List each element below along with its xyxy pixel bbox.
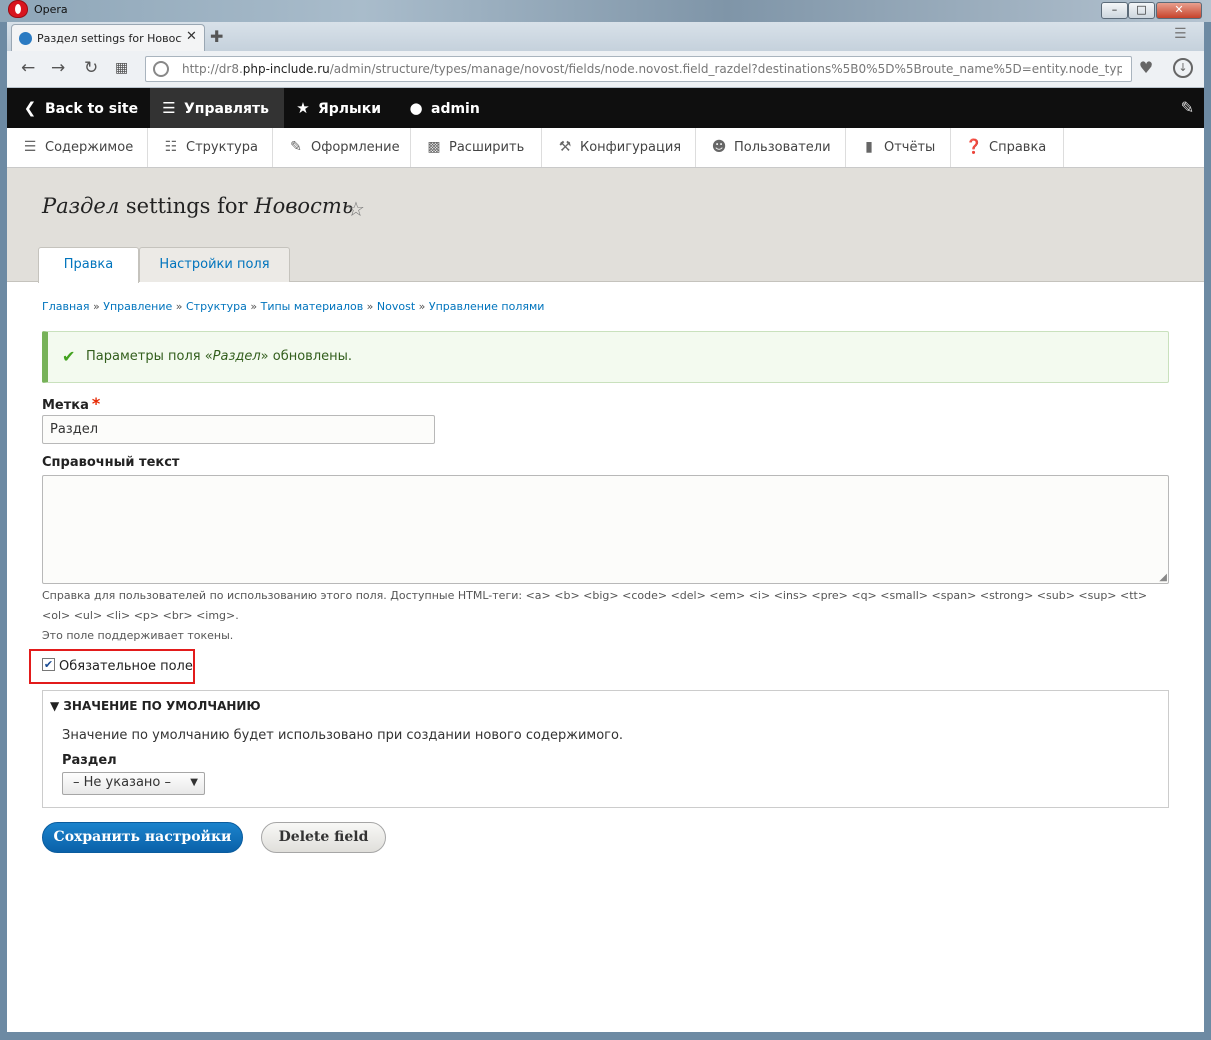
tray-item-content[interactable]: ☰ Содержимое bbox=[7, 128, 148, 167]
opera-logo-icon[interactable] bbox=[8, 0, 28, 18]
address-bar-row: ← → ↻ ▦ http://dr8.php-include.ru/admin/… bbox=[7, 51, 1204, 88]
reload-icon[interactable]: ↻ bbox=[84, 59, 98, 77]
required-marker: * bbox=[91, 394, 101, 413]
user-menu[interactable]: ● admin bbox=[407, 88, 479, 128]
structure-icon: ☷ bbox=[164, 139, 178, 155]
hamburger-icon: ☰ bbox=[162, 99, 176, 117]
default-value-field-label: Раздел bbox=[62, 753, 117, 768]
help-text-description-1: Справка для пользователей по использован… bbox=[42, 589, 1148, 602]
bookmark-heart-icon[interactable]: ♥ bbox=[1135, 58, 1157, 80]
speed-dial-icon[interactable]: ▦ bbox=[115, 59, 128, 77]
help-text-description-2: <ol> <ul> <li> <p> <br> <img>. bbox=[42, 609, 239, 622]
check-icon: ✔ bbox=[62, 347, 76, 366]
breadcrumb-home[interactable]: Главная bbox=[42, 300, 90, 313]
tray-item-help[interactable]: ❓ Справка bbox=[951, 128, 1064, 167]
browser-tab-strip: Раздел settings for Новость ✕ ✚ ☰ bbox=[7, 22, 1204, 51]
label-field-label: Метка * bbox=[42, 394, 101, 413]
breadcrumb-content-types[interactable]: Типы материалов bbox=[261, 300, 364, 313]
maximize-button[interactable]: □ bbox=[1128, 2, 1155, 19]
breadcrumb: Главная » Управление » Структура » Типы … bbox=[42, 300, 545, 313]
reports-icon: ▮ bbox=[865, 139, 873, 155]
tray-item-people[interactable]: ☻ Пользователи bbox=[696, 128, 846, 167]
page-header: Раздел settings for Новость ☆ Правка Нас… bbox=[7, 168, 1204, 283]
appearance-icon: ✎ bbox=[290, 139, 302, 155]
browser-tab[interactable]: Раздел settings for Новость ✕ bbox=[11, 24, 205, 51]
site-info-icon[interactable] bbox=[153, 61, 169, 77]
required-checkbox[interactable]: ✔ bbox=[42, 658, 55, 671]
content-icon: ☰ bbox=[23, 139, 37, 155]
save-settings-button[interactable]: Сохранить настройки bbox=[42, 822, 243, 853]
tray-item-configuration[interactable]: ⚒ Конфигурация bbox=[542, 128, 696, 167]
shortcut-star-icon[interactable]: ☆ bbox=[347, 197, 365, 221]
resize-handle-icon[interactable]: ◢ bbox=[1159, 572, 1167, 583]
breadcrumb-manage-fields[interactable]: Управление полями bbox=[429, 300, 545, 313]
close-tab-icon[interactable]: ✕ bbox=[186, 29, 197, 44]
browser-tab-title: Раздел settings for Новость bbox=[37, 32, 182, 45]
url-field[interactable]: http://dr8.php-include.ru/admin/structur… bbox=[145, 56, 1132, 82]
forward-arrow-icon[interactable]: → bbox=[51, 59, 65, 77]
help-icon: ❓ bbox=[965, 139, 983, 155]
tray-item-extend[interactable]: ▩ Расширить bbox=[411, 128, 542, 167]
tab-menu-icon[interactable]: ☰ bbox=[1174, 26, 1187, 42]
edit-pencil-icon[interactable]: ✎ bbox=[1181, 98, 1194, 117]
default-value-select[interactable]: – Не указано – ▼ bbox=[62, 772, 205, 795]
download-icon[interactable]: ↓ bbox=[1173, 58, 1193, 78]
default-value-description: Значение по умолчанию будет использовано… bbox=[62, 728, 624, 743]
shortcuts-menu[interactable]: ★ Ярлыки bbox=[294, 88, 381, 128]
breadcrumb-admin[interactable]: Управление bbox=[103, 300, 172, 313]
user-icon: ● bbox=[409, 99, 423, 117]
tray-item-appearance[interactable]: ✎ Оформление bbox=[273, 128, 411, 167]
back-arrow-icon[interactable]: ← bbox=[21, 59, 35, 77]
tab-edit[interactable]: Правка bbox=[38, 247, 139, 283]
tab-field-settings[interactable]: Настройки поля bbox=[139, 247, 290, 282]
breadcrumb-structure[interactable]: Структура bbox=[186, 300, 247, 313]
default-value-legend[interactable]: ▼ ЗНАЧЕНИЕ ПО УМОЛЧАНИЮ bbox=[50, 699, 261, 713]
breadcrumb-novost[interactable]: Novost bbox=[377, 300, 415, 313]
tray-item-reports[interactable]: ▮ Отчёты bbox=[846, 128, 951, 167]
page-title: Раздел settings for Новость bbox=[42, 194, 354, 218]
tokens-note: Это поле поддерживает токены. bbox=[42, 629, 234, 642]
new-tab-icon[interactable]: ✚ bbox=[210, 27, 223, 46]
page-viewport: ❮ Back to site ☰ Управлять ★ Ярлыки ● admin … bbox=[7, 88, 1204, 1032]
drupal-favicon-icon bbox=[19, 32, 32, 45]
back-to-site-link[interactable]: ❮ Back to site bbox=[21, 88, 138, 128]
status-message: ✔ Параметры поля «Раздел» обновлены. bbox=[42, 331, 1169, 383]
admin-toolbar: ❮ Back to site ☰ Управлять ★ Ярлыки ● admin … bbox=[7, 88, 1204, 128]
status-message-text: Параметры поля «Раздел» обновлены. bbox=[86, 349, 353, 364]
star-icon: ★ bbox=[296, 99, 310, 117]
back-circle-icon: ❮ bbox=[23, 99, 37, 117]
default-value-fieldset: ▼ ЗНАЧЕНИЕ ПО УМОЛЧАНИЮ Значение по умол… bbox=[42, 690, 1169, 808]
tray-item-structure[interactable]: ☷ Структура bbox=[148, 128, 273, 167]
wrench-icon: ⚒ bbox=[558, 139, 572, 155]
required-checkbox-label[interactable]: Обязательное поле bbox=[59, 659, 193, 674]
people-icon: ☻ bbox=[711, 139, 727, 155]
label-input[interactable]: Раздел bbox=[42, 415, 435, 444]
extend-icon: ▩ bbox=[427, 139, 441, 155]
help-text-textarea[interactable]: ◢ bbox=[42, 475, 1169, 584]
admin-tray: ☰ Содержимое ☷ Структура ✎ Оформление ▩ Расш… bbox=[7, 128, 1204, 168]
close-window-button[interactable]: ✕ bbox=[1156, 2, 1202, 19]
help-text-label: Справочный текст bbox=[42, 455, 180, 470]
manage-menu[interactable]: ☰ Управлять bbox=[150, 88, 284, 128]
app-name: Opera bbox=[34, 3, 68, 16]
window-titlebar: Opera – □ ✕ bbox=[0, 0, 1211, 22]
chevron-down-icon: ▼ bbox=[190, 777, 198, 788]
minimize-button[interactable]: – bbox=[1101, 2, 1128, 19]
url-text: http://dr8.php-include.ru/admin/structur… bbox=[182, 62, 1122, 76]
delete-field-button[interactable]: Delete field bbox=[261, 822, 386, 853]
